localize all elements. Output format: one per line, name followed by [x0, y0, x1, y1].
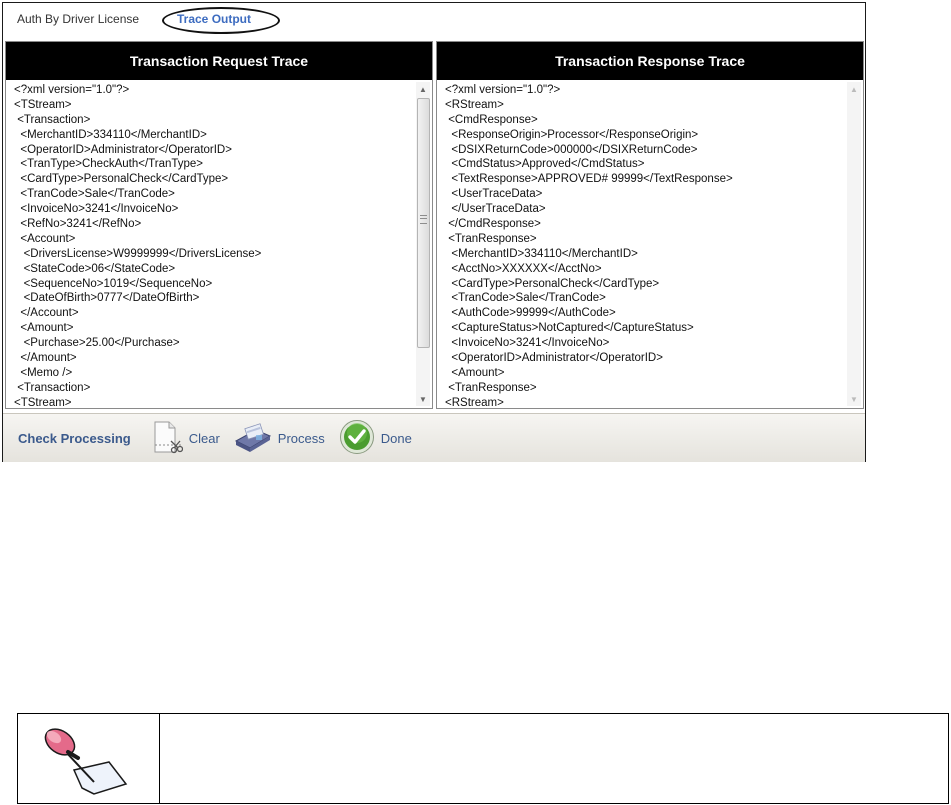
trace-line: <Account> [14, 232, 76, 245]
trace-line: <TranCode>Sale</TranCode> [445, 292, 606, 305]
done-button[interactable]: Done [339, 419, 412, 458]
trace-line: <DriversLicense>W9999999</DriversLicense… [14, 247, 262, 260]
scroll-down-arrow-icon[interactable]: ▼ [847, 392, 861, 406]
trace-line: <DateOfBirth>0777</DateOfBirth> [14, 292, 200, 305]
trace-line: <InvoiceNo>3241</InvoiceNo> [14, 203, 179, 216]
trace-line: <ResponseOrigin>Processor</ResponseOrigi… [445, 128, 699, 141]
trace-line: <MerchantID>334110</MerchantID> [445, 247, 638, 260]
trace-line: <RStream> [445, 396, 504, 408]
trace-line: <TranResponse> [445, 381, 537, 394]
scroll-up-arrow-icon[interactable]: ▲ [847, 82, 861, 96]
trace-line: <?xml version="1.0"?> [445, 84, 561, 96]
trace-line: </UserTraceData> [445, 203, 546, 216]
scroll-grip-icon [420, 215, 427, 224]
pushpin-note-icon [34, 720, 144, 803]
trace-line: <AuthCode>99999</AuthCode> [445, 307, 616, 320]
trace-line: <Transaction> [14, 381, 91, 394]
trace-line: </Account> [14, 307, 79, 320]
trace-line: <CardType>PersonalCheck</CardType> [14, 173, 229, 186]
trace-line: <RStream> [445, 98, 504, 111]
trace-line: <TStream> [14, 396, 72, 408]
scroll-up-arrow-icon[interactable]: ▲ [416, 82, 430, 96]
trace-line: </CmdResponse> [445, 218, 541, 231]
credit-card-reader-icon [234, 421, 272, 456]
process-label: Process [277, 430, 325, 446]
trace-line: <UserTraceData> [445, 188, 543, 201]
request-trace-title: Transaction Request Trace [6, 42, 432, 80]
note-box [17, 713, 949, 804]
trace-line: <CmdStatus>Approved</CmdStatus> [445, 158, 645, 171]
trace-line: <CaptureStatus>NotCaptured</CaptureStatu… [445, 322, 694, 335]
trace-line: <OperatorID>Administrator</OperatorID> [445, 352, 663, 365]
request-scrollbar[interactable]: ▲ ▼ [416, 82, 430, 406]
trace-line: <OperatorID>Administrator</OperatorID> [14, 143, 232, 156]
note-divider [159, 714, 160, 803]
request-trace-pane: Transaction Request Trace <?xml version=… [5, 41, 433, 409]
response-scrollbar[interactable]: ▲ ▼ [847, 82, 861, 406]
trace-line: <TStream> [14, 98, 72, 111]
clear-label: Clear [188, 430, 220, 446]
scroll-down-arrow-icon[interactable]: ▼ [416, 392, 430, 406]
trace-line: <Amount> [445, 366, 505, 379]
trace-line: <RefNo>3241</RefNo> [14, 218, 142, 231]
trace-line: <CmdResponse> [445, 113, 538, 126]
scroll-thumb[interactable] [417, 98, 430, 348]
response-trace-textarea[interactable]: <?xml version="1.0"?> <RStream> <CmdRespo… [437, 83, 845, 408]
trace-line: <StateCode>06</StateCode> [14, 262, 176, 275]
trace-line: <CardType>PersonalCheck</CardType> [445, 277, 660, 290]
trace-line: <MerchantID>334110</MerchantID> [14, 128, 207, 141]
response-trace-pane: Transaction Response Trace <?xml version… [436, 41, 864, 409]
trace-line: <DSIXReturnCode>000000</DSIXReturnCode> [445, 143, 698, 156]
trace-line: <Purchase>25.00</Purchase> [14, 337, 180, 350]
trace-line: <Memo /> [14, 366, 73, 379]
trace-window: Auth By Driver License Trace Output Tran… [2, 2, 866, 462]
trace-line: <TranResponse> [445, 232, 537, 245]
check-processing-toolbar: Check Processing Clear Process Done [3, 413, 865, 462]
trace-line: <SequenceNo>1019</SequenceNo> [14, 277, 213, 290]
trace-line: <TranType>CheckAuth</TranType> [14, 158, 204, 171]
tab-strip: Auth By Driver License Trace Output [3, 3, 865, 41]
trace-line: <?xml version="1.0"?> [14, 84, 130, 96]
done-label: Done [380, 430, 412, 446]
trace-line: <TranCode>Sale</TranCode> [14, 188, 175, 201]
scissors-document-icon [149, 419, 183, 458]
trace-line: </Amount> [14, 352, 77, 365]
trace-line: <Amount> [14, 322, 74, 335]
trace-line: <Transaction> [14, 113, 91, 126]
trace-line: <InvoiceNo>3241</InvoiceNo> [445, 337, 610, 350]
response-trace-title: Transaction Response Trace [437, 42, 863, 80]
tab-auth-by-driver-license[interactable]: Auth By Driver License [17, 12, 139, 26]
green-check-icon [339, 419, 375, 458]
process-button[interactable]: Process [234, 421, 325, 456]
clear-button[interactable]: Clear [149, 419, 220, 458]
trace-line: <TextResponse>APPROVED# 99999</TextRespo… [445, 173, 733, 186]
toolbar-title: Check Processing [18, 430, 131, 446]
trace-line: <AcctNo>XXXXXX</AcctNo> [445, 262, 602, 275]
tab-trace-output[interactable]: Trace Output [177, 12, 251, 26]
request-trace-textarea[interactable]: <?xml version="1.0"?> <TStream> <Transact… [6, 83, 414, 408]
